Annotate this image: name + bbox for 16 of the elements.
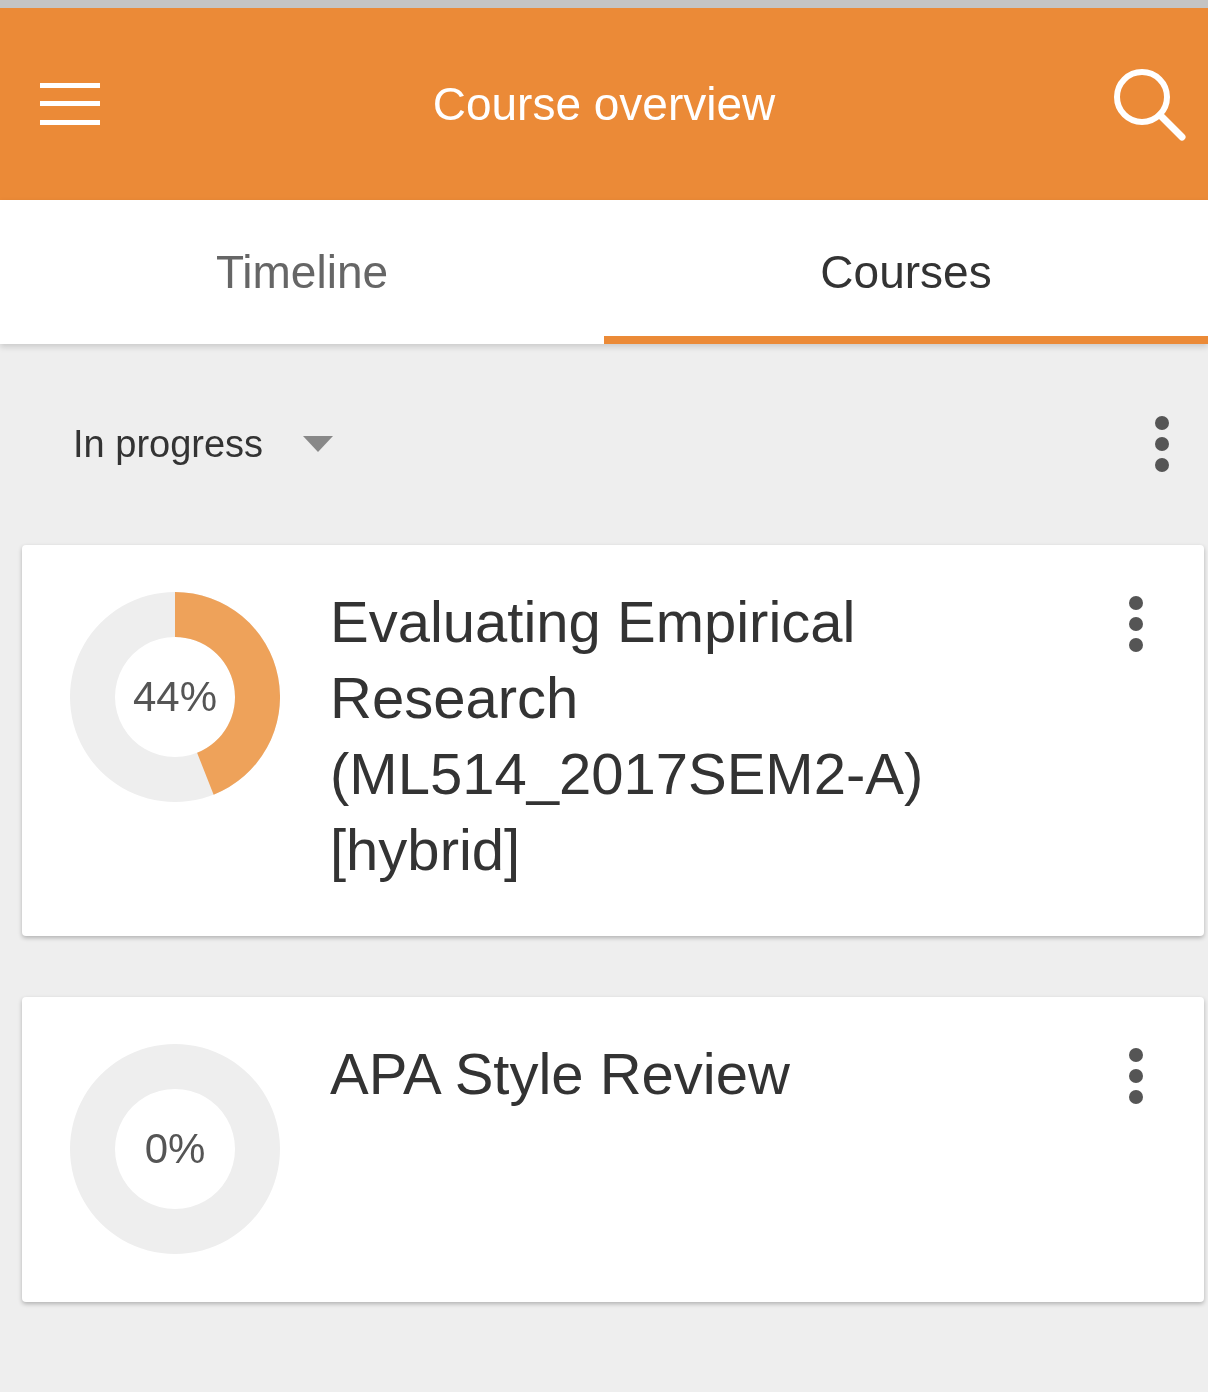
tab[interactable]: Courses: [604, 200, 1208, 344]
progress-percentage: 0%: [144, 1125, 206, 1173]
course-title: APA Style Review: [330, 1040, 791, 1108]
course-card[interactable]: 44% Evaluating Empirical Research (ML514_2017SEM2-A) [hybrid]: [22, 545, 1204, 936]
course-card[interactable]: 0% APA Style Review: [22, 997, 1204, 1302]
menu-icon[interactable]: [40, 83, 100, 125]
more-options-icon[interactable]: [1154, 415, 1170, 473]
more-options-icon[interactable]: [1128, 595, 1144, 653]
tab[interactable]: Timeline: [0, 200, 604, 344]
progress-percentage: 44%: [132, 673, 218, 721]
more-options-icon[interactable]: [1128, 1047, 1144, 1105]
search-icon[interactable]: [1112, 67, 1186, 141]
caret-icon: [303, 436, 334, 452]
header-title: Course overview: [432, 76, 776, 132]
filter-dropdown[interactable]: In progress: [73, 415, 334, 473]
course-title: Evaluating Empirical Research (ML514_2017SEM2-A) [hybrid]: [330, 588, 925, 884]
